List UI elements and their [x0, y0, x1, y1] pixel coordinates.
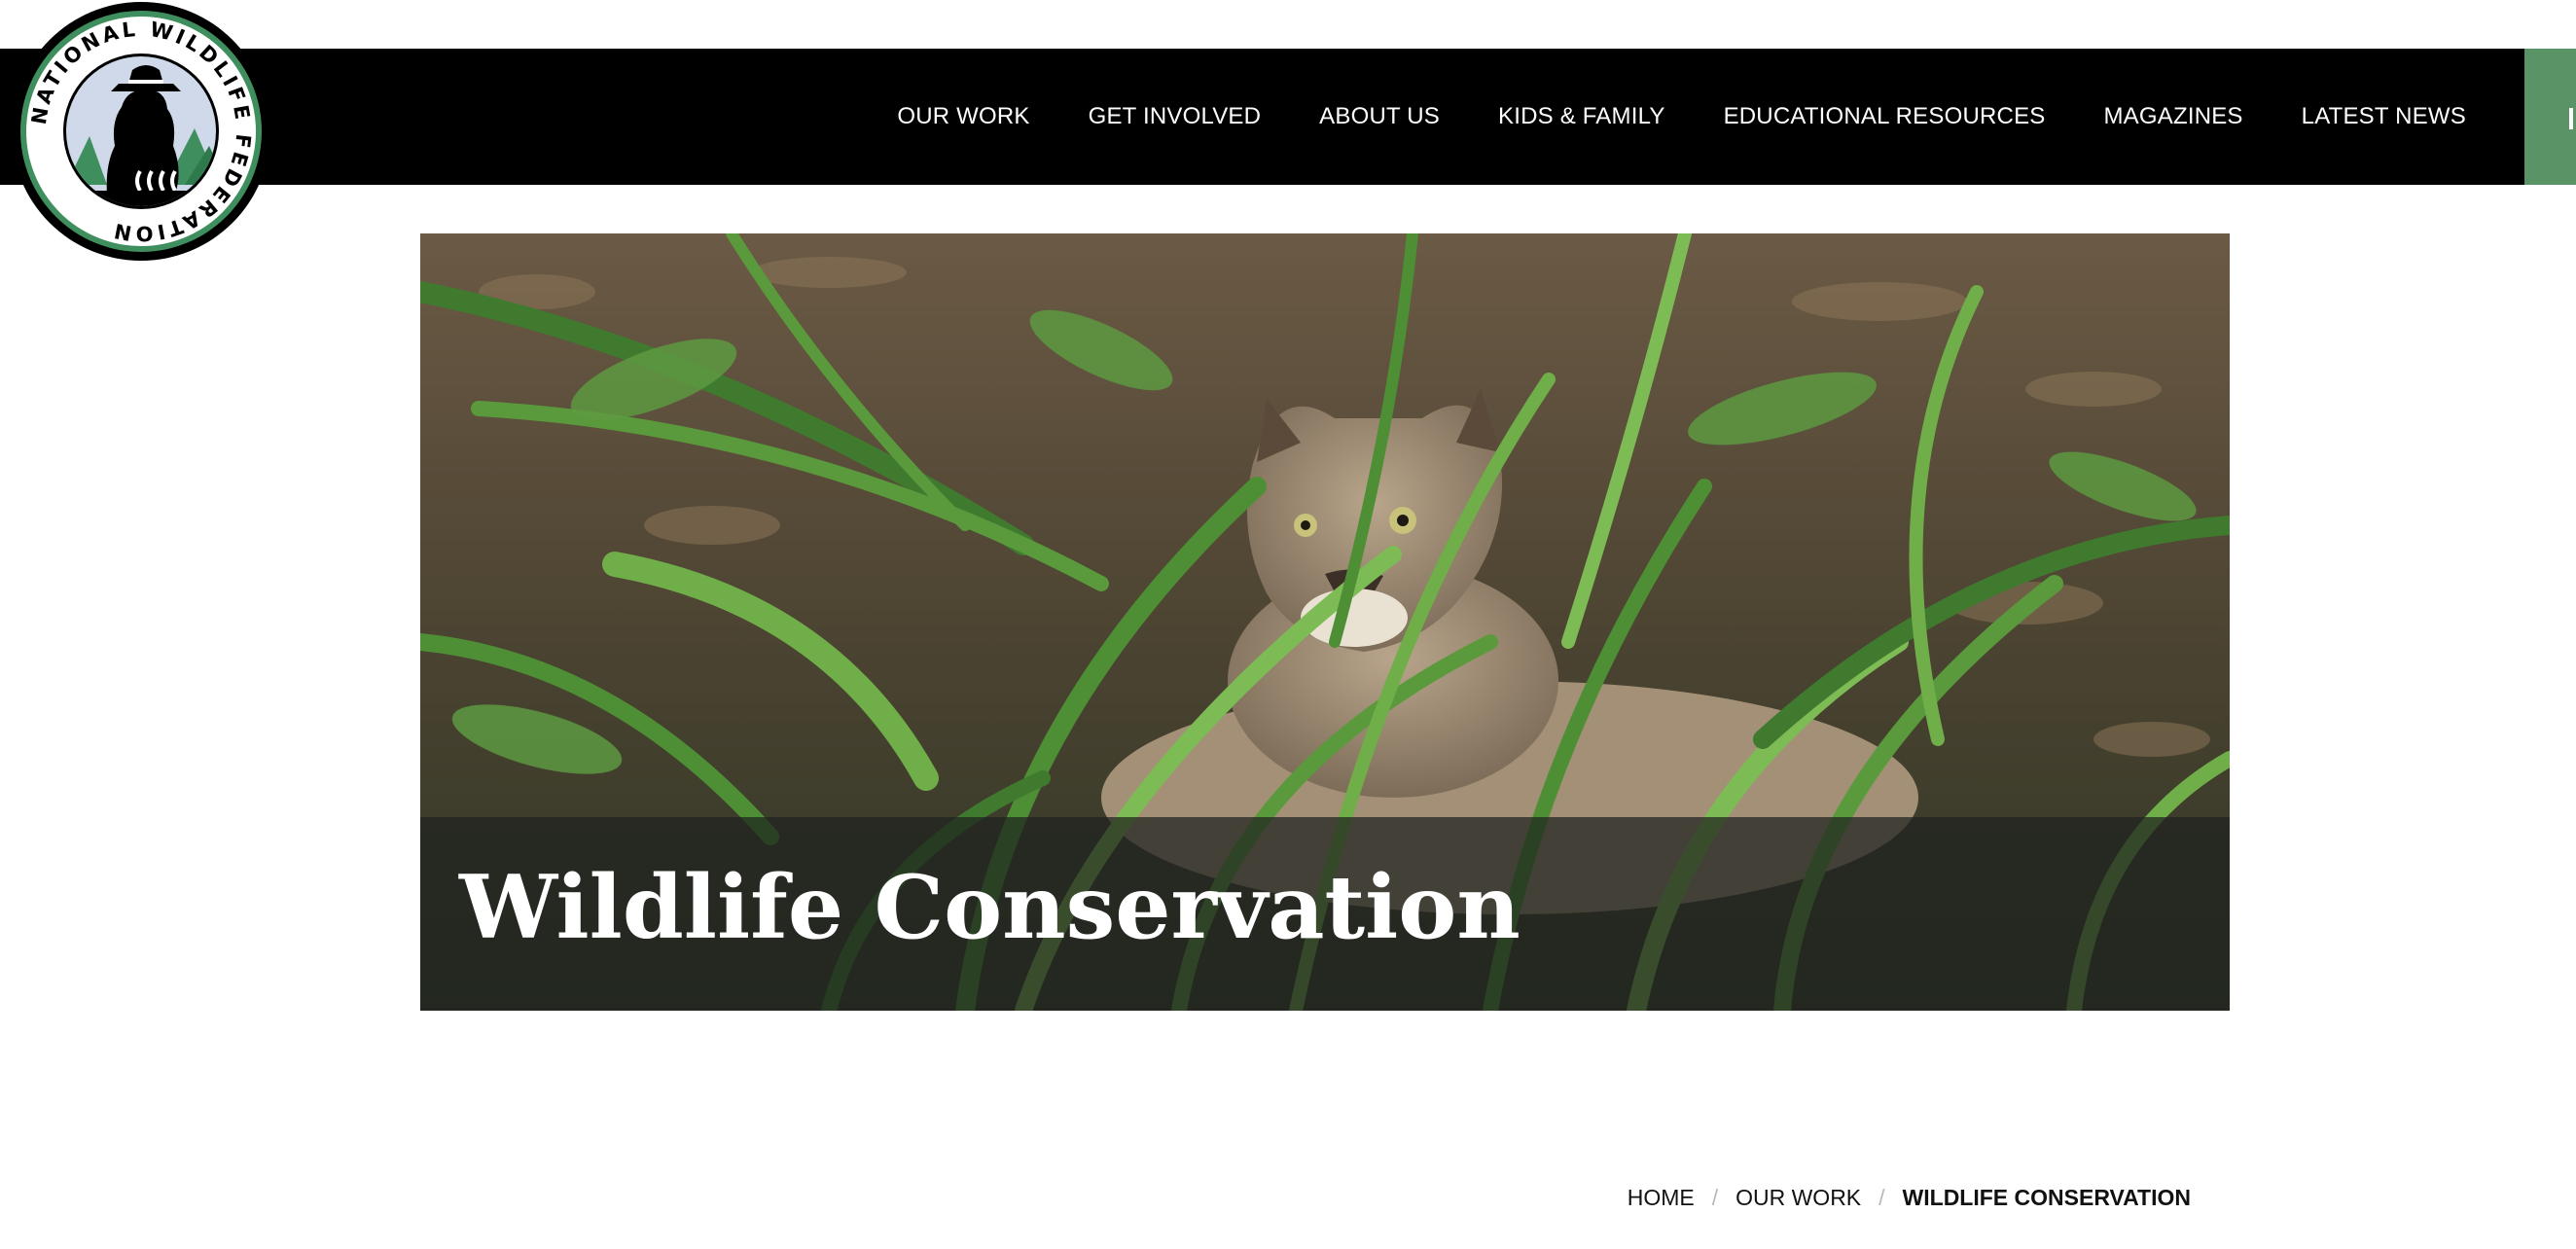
- nav-educational-resources[interactable]: EDUCATIONAL RESOURCES: [1695, 103, 2075, 130]
- nav-action-button[interactable]: [2524, 49, 2576, 185]
- nav-magazines[interactable]: MAGAZINES: [2074, 103, 2272, 130]
- nav-about-us[interactable]: ABOUT US: [1290, 103, 1469, 130]
- nav-our-work[interactable]: OUR WORK: [868, 103, 1058, 130]
- ranger-rick-logo-icon: NATIONAL WILDLIFE FEDERATION: [12, 2, 270, 261]
- nwf-logo[interactable]: NATIONAL WILDLIFE FEDERATION: [10, 0, 272, 263]
- site-header: OUR WORK GET INVOLVED ABOUT US KIDS & FA…: [0, 49, 2576, 185]
- main-nav: OUR WORK GET INVOLVED ABOUT US KIDS & FA…: [868, 49, 2495, 185]
- page: OUR WORK GET INVOLVED ABOUT US KIDS & FA…: [0, 0, 2576, 1249]
- breadcrumb-current-page: WILDLIFE CONSERVATION: [1902, 1185, 2191, 1210]
- breadcrumb-home-link[interactable]: HOME: [1628, 1185, 1695, 1211]
- hero-caption-overlay: Wildlife Conservation: [420, 817, 2230, 1011]
- nav-get-involved[interactable]: GET INVOLVED: [1059, 103, 1291, 130]
- breadcrumb-separator: /: [1878, 1185, 1885, 1210]
- page-title: Wildlife Conservation: [459, 856, 1521, 959]
- nav-kids-family[interactable]: KIDS & FAMILY: [1469, 103, 1695, 130]
- hero-banner: Wildlife Conservation: [420, 233, 2230, 1011]
- nav-latest-news[interactable]: LATEST NEWS: [2272, 103, 2495, 130]
- breadcrumb: HOME / OUR WORK / WILDLIFE CONSERVATION: [1628, 1185, 2191, 1211]
- breadcrumb-our-work-link[interactable]: OUR WORK: [1735, 1185, 1861, 1211]
- breadcrumb-separator: /: [1711, 1185, 1719, 1210]
